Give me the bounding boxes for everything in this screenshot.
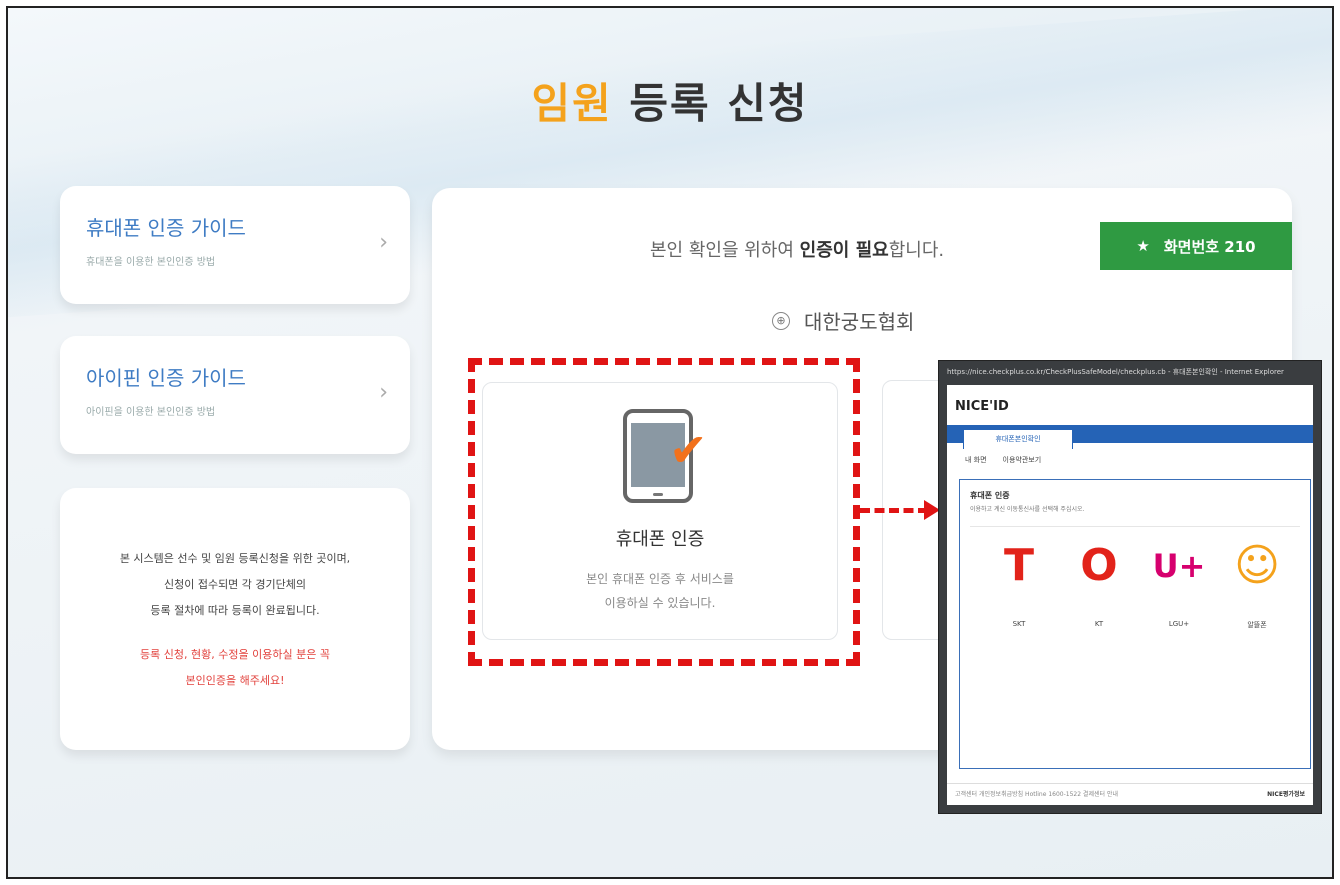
subtab-my-screen[interactable]: 내 화면 (965, 455, 987, 465)
auth-msg-bold: 인증이 필요 (799, 240, 889, 261)
association-name: ⊕ 대한궁도협회 (772, 306, 914, 335)
notice-line: 신청이 접수되면 각 경기단체의 (163, 578, 307, 591)
notice-warning-line: 등록 신청, 현황, 수정을 이용하실 분은 꼭 (140, 648, 330, 661)
carrier-option-lgu[interactable]: U+ LGU+ (1144, 538, 1214, 628)
association-label: 대한궁도협회 (804, 310, 915, 334)
lgu-logo-icon: U+ (1152, 547, 1206, 585)
ipin-auth-guide-card[interactable]: 아이핀 인증 가이드 아이핀을 이용한 본인인증 방법 › (60, 336, 410, 454)
screen-number-label: 화면번호 210 (1163, 237, 1256, 256)
ipin-auth-guide-title: 아이핀 인증 가이드 (86, 366, 246, 390)
notice-card: 본 시스템은 선수 및 임원 등록신청을 위한 곳이며, 신청이 접수되면 각 … (60, 488, 410, 750)
auth-msg-post: 합니다. (888, 240, 945, 261)
phone-auth-guide-card[interactable]: 휴대폰 인증 가이드 휴대폰을 이용한 본인인증 방법 › (60, 186, 410, 304)
carrier-option-kt[interactable]: O KT (1064, 538, 1134, 628)
carrier-option-skt[interactable]: T SKT (984, 538, 1054, 628)
nice-id-popup-window: https://nice.checkplus.co.kr/CheckPlusSa… (938, 360, 1322, 814)
carrier-panel-desc: 이용하고 계신 이동통신사를 선택해 주십시오. (970, 506, 1085, 513)
carrier-name: 알뜰폰 (1247, 621, 1267, 629)
callout-arrow-line (860, 508, 928, 513)
page-title: 임원 등록 신청 (8, 70, 1332, 131)
popup-subtabs: 내 화면 이용약관보기 (965, 455, 1041, 465)
subtab-terms[interactable]: 이용약관보기 (1003, 455, 1042, 465)
star-icon: ★ (1136, 237, 1150, 255)
phone-auth-guide-title: 휴대폰 인증 가이드 (86, 216, 246, 240)
page-title-accent: 임원 (531, 79, 613, 128)
carrier-option-mvno[interactable]: ☺ 알뜰폰 (1222, 538, 1292, 630)
carrier-name: KT (1094, 620, 1104, 628)
mvno-logo-icon: ☺ (1234, 540, 1280, 591)
kt-logo-icon: O (1080, 540, 1118, 591)
screen-number-badge: ★ 화면번호 210 (1100, 222, 1292, 270)
association-emblem-icon: ⊕ (772, 311, 790, 330)
page-title-rest: 등록 신청 (612, 79, 809, 128)
notice-line: 등록 절차에 따라 등록이 완료됩니다. (150, 604, 320, 617)
auth-msg-pre: 본인 확인을 위하여 (650, 240, 800, 261)
skt-logo-icon: T (1003, 540, 1034, 591)
nice-id-logo: NICE'ID (955, 399, 1009, 414)
notice-warning-line: 본인인증을 해주세요! (185, 674, 285, 687)
nice-logo-text: NICE평가정보 (1267, 791, 1305, 798)
popup-client-area: NICE'ID 휴대폰본인확인 내 화면 이용약관보기 휴대폰 인증 이용하고 … (947, 385, 1313, 805)
chevron-right-icon: › (379, 380, 388, 405)
carrier-panel-title: 휴대폰 인증 (970, 491, 1010, 500)
carrier-name: LGU+ (1168, 620, 1190, 628)
carrier-name: SKT (1012, 620, 1026, 628)
ipin-auth-guide-subtitle: 아이핀을 이용한 본인인증 방법 (86, 407, 216, 418)
tab-phone-verification[interactable]: 휴대폰본인확인 (963, 429, 1073, 449)
phone-auth-guide-subtitle: 휴대폰을 이용한 본인인증 방법 (86, 257, 216, 268)
highlight-dashed-box (468, 358, 860, 666)
auth-required-message: 본인 확인을 위하여 인증이 필요합니다. (650, 236, 944, 262)
popup-titlebar: https://nice.checkplus.co.kr/CheckPlusSa… (947, 368, 1284, 376)
page-frame: 임원 등록 신청 휴대폰 인증 가이드 휴대폰을 이용한 본인인증 방법 › 아… (6, 6, 1334, 879)
chevron-right-icon: › (379, 230, 388, 255)
carrier-select-panel: 휴대폰 인증 이용하고 계신 이동통신사를 선택해 주십시오. T SKT O … (959, 479, 1311, 769)
notice-line: 본 시스템은 선수 및 임원 등록신청을 위한 곳이며, (119, 552, 351, 565)
popup-footer: 고객센터 개인정보취급방침 Hotline 1600-1522 결제센터 안내 … (947, 783, 1313, 805)
popup-footer-links: 고객센터 개인정보취급방침 Hotline 1600-1522 결제센터 안내 (955, 791, 1118, 798)
